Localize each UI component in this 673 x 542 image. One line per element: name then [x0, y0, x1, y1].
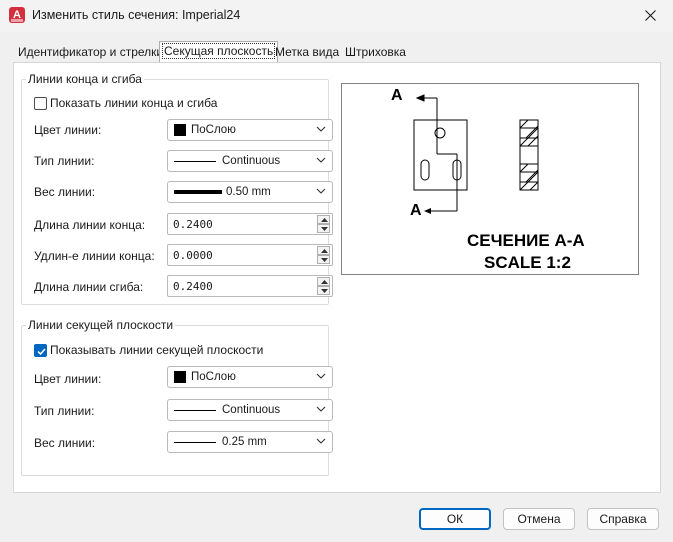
window-title: Изменить стиль сечения: Imperial24: [32, 8, 241, 22]
color-swatch: [174, 371, 186, 383]
help-button[interactable]: Справка: [587, 508, 659, 530]
end-line-color-label: Цвет линии:: [34, 123, 102, 137]
end-line-length-input[interactable]: 0.2400: [167, 213, 333, 235]
ok-button[interactable]: ОК: [419, 508, 491, 530]
tab-hatch[interactable]: Штриховка: [345, 43, 406, 63]
color-swatch: [174, 124, 186, 136]
spin-up-button[interactable]: [317, 215, 330, 224]
close-icon: [645, 10, 656, 21]
spin-up-button[interactable]: [317, 246, 330, 255]
bend-line-length-label: Длина линии сгиба:: [34, 280, 144, 294]
section-preview: A A СЕЧЕНИЕ А-А SCALE 1:2: [341, 83, 639, 275]
slot-left: [420, 159, 430, 181]
end-line-color-dropdown[interactable]: ПоСлою: [167, 119, 333, 141]
chevron-down-icon: [316, 406, 326, 412]
cut-line-weight-value: 0.25 mm: [222, 436, 267, 448]
end-line-type-dropdown[interactable]: Continuous: [167, 150, 333, 172]
end-line-weight-value: 0.50 mm: [226, 186, 271, 198]
cut-line-type-value: Continuous: [222, 404, 281, 416]
show-end-bend-lines-label: Показать линии конца и сгиба: [50, 96, 218, 110]
end-line-type-label: Тип линии:: [34, 154, 95, 168]
chevron-down-icon: [316, 438, 326, 444]
spinner: [317, 277, 330, 295]
tab-view-label[interactable]: Метка вида: [275, 43, 339, 63]
tab-cutting-plane-label: Секущая плоскость: [161, 43, 276, 59]
tab-identifier-arrows[interactable]: Идентификатор и стрелки: [18, 43, 163, 63]
checkbox-box: [34, 343, 47, 357]
marker-top: A: [391, 87, 403, 104]
end-bend-lines-title: Линии конца и сгиба: [26, 72, 144, 86]
lineweight-sample: [174, 190, 222, 194]
cut-line-color-dropdown[interactable]: ПоСлою: [167, 366, 333, 388]
tab-cutting-plane[interactable]: Секущая плоскость: [159, 41, 279, 63]
triangle-up-icon: [321, 218, 328, 222]
triangle-up-icon: [321, 280, 328, 284]
chevron-down-icon: [316, 188, 326, 194]
bend-line-length-input[interactable]: 0.2400: [167, 275, 333, 297]
linetype-sample: [174, 160, 216, 162]
cutting-line-top: [415, 94, 458, 212]
spin-down-button[interactable]: [317, 286, 330, 295]
end-line-extension-value: 0.0000: [173, 249, 213, 262]
cut-line-type-label: Тип линии:: [34, 404, 95, 418]
cut-line-weight-dropdown[interactable]: 0.25 mm: [167, 431, 333, 453]
end-line-extension-label: Удлин-е линии конца:: [34, 249, 155, 263]
end-line-length-label: Длина линии конца:: [34, 218, 146, 232]
tab-panel: Линии конца и сгиба Показать линии конца…: [13, 62, 661, 493]
app-icon: A: [9, 7, 25, 23]
arrow-bottom: [424, 208, 431, 214]
end-line-weight-label: Вес линии:: [34, 185, 96, 199]
lineweight-sample: [174, 441, 216, 443]
end-line-type-value: Continuous: [222, 155, 281, 167]
cut-line-weight-label: Вес линии:: [34, 436, 96, 450]
end-line-color-value: ПоСлою: [191, 124, 236, 136]
close-button[interactable]: [629, 0, 673, 32]
triangle-down-icon: [321, 227, 328, 231]
linetype-sample: [174, 409, 216, 411]
chevron-down-icon: [316, 157, 326, 163]
end-line-length-value: 0.2400: [173, 218, 213, 231]
show-end-bend-lines-checkbox[interactable]: Показать линии конца и сгиба: [34, 96, 217, 110]
scale-caption: SCALE 1:2: [484, 253, 571, 272]
spinner: [317, 246, 330, 264]
bend-line-length-value: 0.2400: [173, 280, 213, 293]
marker-bottom: A: [410, 202, 422, 219]
cutting-plane-lines-title: Линии секущей плоскости: [26, 318, 176, 332]
spin-down-button[interactable]: [317, 224, 330, 233]
triangle-down-icon: [321, 289, 328, 293]
end-line-extension-input[interactable]: 0.0000: [167, 244, 333, 266]
checkmark-icon: [37, 347, 46, 355]
show-cutting-plane-lines-checkbox[interactable]: Показывать линии секущей плоскости: [34, 343, 263, 357]
cut-line-type-dropdown[interactable]: Continuous: [167, 399, 333, 421]
cancel-button[interactable]: Отмена: [503, 508, 575, 530]
end-line-weight-dropdown[interactable]: 0.50 mm: [167, 181, 333, 203]
spinner: [317, 215, 330, 233]
show-cutting-plane-lines-label: Показывать линии секущей плоскости: [50, 343, 264, 357]
cut-line-color-value: ПоСлою: [191, 371, 236, 383]
triangle-up-icon: [321, 249, 328, 253]
section-caption: СЕЧЕНИЕ А-А: [467, 231, 585, 250]
cut-line-color-label: Цвет линии:: [34, 372, 102, 386]
spin-up-button[interactable]: [317, 277, 330, 286]
chevron-down-icon: [316, 373, 326, 379]
checkbox-box: [34, 96, 47, 110]
triangle-down-icon: [321, 258, 328, 262]
spin-down-button[interactable]: [317, 255, 330, 264]
section-view: [519, 119, 539, 191]
title-bar: A Изменить стиль сечения: Imperial24: [0, 0, 673, 32]
chevron-down-icon: [316, 126, 326, 132]
